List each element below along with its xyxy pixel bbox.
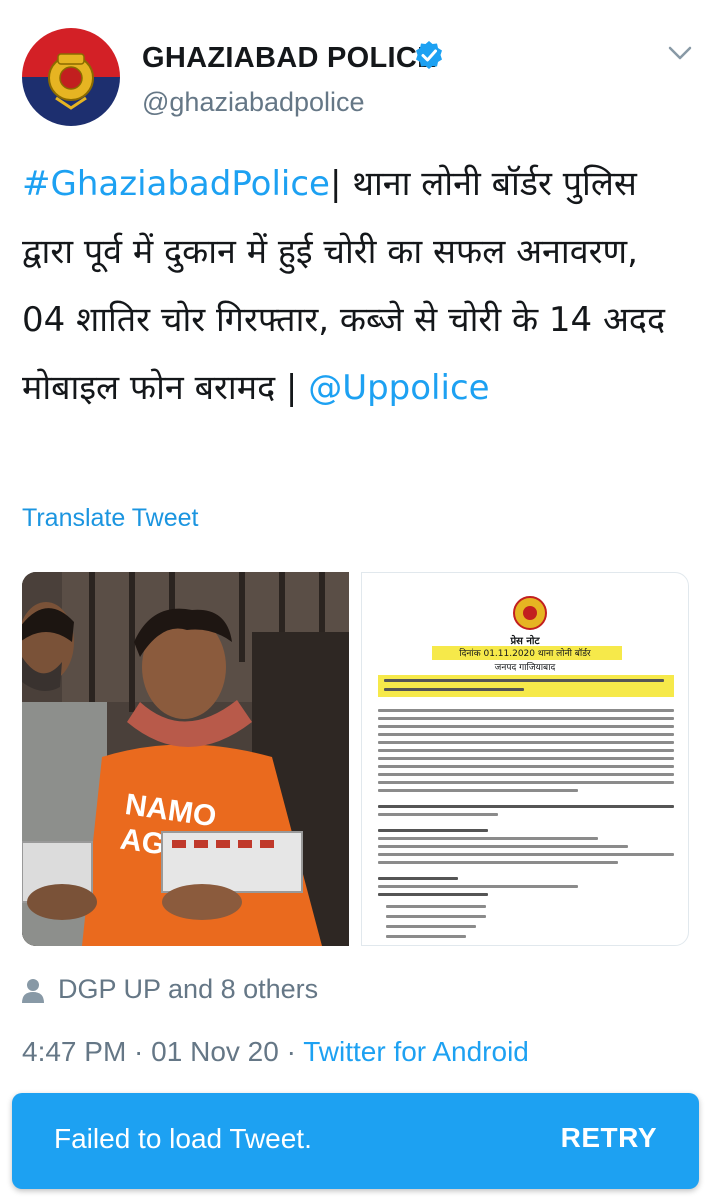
arrest-photo-illustration: NAMO AGAIN! — [22, 572, 349, 946]
tweet-source-link[interactable]: Twitter for Android — [303, 1036, 529, 1067]
press-note-image[interactable]: प्रेस नोट दिनांक 01.11.2020 थाना लोनी बॉ… — [361, 572, 689, 946]
retry-button[interactable]: RETRY — [561, 1122, 657, 1154]
mention-link[interactable]: @Uppolice — [308, 368, 489, 408]
person-icon — [22, 979, 44, 1003]
verified-badge-icon — [416, 41, 442, 69]
press-note-subheading: दिनांक 01.11.2020 थाना लोनी बॉर्डर — [459, 649, 591, 659]
tweet-text: #GhaziabadPolice| थाना लोनी बॉर्डर पुलिस… — [22, 150, 682, 422]
hashtag-link[interactable]: #GhaziabadPolice — [22, 164, 330, 204]
tweet-photo[interactable]: NAMO AGAIN! — [22, 572, 349, 946]
up-police-logo-icon — [513, 596, 547, 630]
profile-handle[interactable]: @ghaziabadpolice — [142, 87, 365, 118]
press-note-subheading2: जनपद गाजियाबाद — [494, 663, 556, 673]
snackbar-message: Failed to load Tweet. — [54, 1123, 312, 1154]
likes-summary-link[interactable]: DGP UP and 8 others — [58, 974, 318, 1005]
meta-separator: · — [126, 1036, 152, 1067]
meta-separator: · — [278, 1036, 304, 1067]
tweet-time: 4:47 PM — [22, 1036, 127, 1067]
tweet-meta: 4:47 PM · 01 Nov 20 · Twitter for Androi… — [22, 1036, 529, 1068]
profile-name[interactable]: GHAZIABAD POLICE — [142, 42, 437, 75]
up-police-emblem-icon — [48, 53, 94, 110]
translate-tweet-link[interactable]: Translate Tweet — [22, 504, 198, 533]
chevron-down-icon[interactable] — [668, 46, 692, 60]
tweet-date: 01 Nov 20 — [151, 1036, 279, 1067]
error-snackbar: Failed to load Tweet. RETRY — [12, 1093, 699, 1189]
press-note-heading: प्रेस नोट — [510, 636, 540, 647]
profile-avatar[interactable] — [22, 28, 120, 126]
